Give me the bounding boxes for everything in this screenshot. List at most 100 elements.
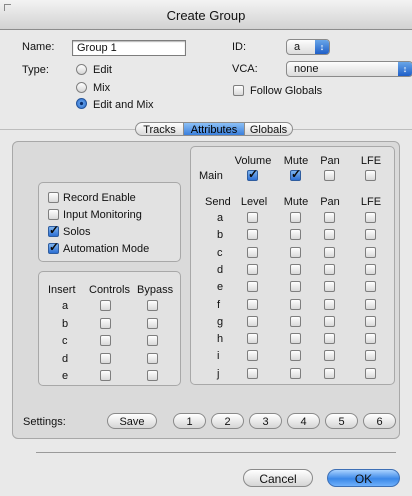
insert-controls-checkbox[interactable]	[100, 300, 111, 311]
send-level-checkbox[interactable]	[247, 350, 258, 362]
send-level-checkbox[interactable]	[247, 212, 258, 223]
send-row-label: h	[217, 333, 224, 346]
send-pan-checkbox[interactable]	[324, 246, 335, 258]
send-lfe-checkbox[interactable]	[365, 229, 376, 241]
type-radio-edit[interactable]	[76, 64, 87, 75]
save-button[interactable]: Save	[107, 413, 157, 429]
send-pan-checkbox[interactable]	[324, 350, 335, 362]
type-radio-edit-and-mix[interactable]	[76, 98, 87, 109]
insert-controls-checkbox[interactable]	[100, 352, 111, 364]
send-mute-checkbox[interactable]	[290, 315, 301, 327]
popup-arrows-icon: ↕	[398, 62, 412, 76]
send-pan-checkbox[interactable]	[324, 298, 335, 310]
send-level-checkbox[interactable]	[247, 246, 258, 258]
main-volume-checkbox[interactable]: ✓	[247, 167, 259, 181]
send-mute-checkbox[interactable]	[290, 367, 301, 379]
volume-header: Volume	[234, 155, 272, 167]
send-level-checkbox[interactable]	[247, 367, 258, 379]
type-mix-label: Mix	[93, 82, 111, 94]
main-lfe-checkbox[interactable]	[365, 170, 376, 181]
input-monitoring-checkbox[interactable]	[48, 209, 59, 220]
insert-controls-checkbox[interactable]	[100, 335, 111, 346]
vca-label: VCA:	[232, 63, 258, 75]
send-pan-checkbox[interactable]	[324, 367, 335, 379]
settings-slot-button-2[interactable]: 2	[211, 413, 244, 429]
insert-row-label: b	[62, 317, 69, 330]
send-row-label: a	[217, 212, 224, 224]
send-lfe-checkbox[interactable]	[365, 281, 376, 293]
record-enable-checkbox[interactable]	[48, 192, 59, 203]
main-lfe-header: LFE	[360, 155, 382, 167]
send-row-label: j	[217, 367, 220, 380]
settings-slot-button-1[interactable]: 1	[173, 413, 206, 429]
send-lfe-checkbox[interactable]	[365, 315, 376, 327]
cancel-button[interactable]: Cancel	[243, 469, 313, 487]
send-lfe-checkbox[interactable]	[365, 212, 376, 223]
controls-header: Controls	[89, 284, 130, 296]
send-pan-checkbox[interactable]	[324, 315, 335, 327]
insert-controls-checkbox[interactable]	[100, 370, 111, 381]
solos-checkbox[interactable]: ✓	[48, 223, 60, 237]
main-mute-header: Mute	[283, 155, 309, 167]
send-mute-header: Mute	[283, 196, 309, 208]
insert-bypass-checkbox[interactable]	[147, 335, 158, 346]
send-lfe-checkbox[interactable]	[365, 333, 376, 345]
send-pan-checkbox[interactable]	[324, 263, 335, 275]
send-level-checkbox[interactable]	[247, 263, 258, 275]
send-mute-checkbox[interactable]	[290, 333, 301, 345]
id-popup[interactable]: a ↕	[286, 39, 330, 55]
checkmark-icon: ✓	[291, 167, 302, 181]
tab-globals[interactable]: Globals	[244, 122, 293, 136]
title-bar: Create Group	[0, 0, 412, 30]
send-lfe-checkbox[interactable]	[365, 263, 376, 275]
tab-attributes[interactable]: Attributes	[183, 122, 245, 136]
follow-globals-checkbox[interactable]	[233, 85, 244, 96]
settings-slot-button-4[interactable]: 4	[287, 413, 320, 429]
solos-label: Solos	[63, 226, 91, 238]
insert-header: Insert	[48, 284, 76, 296]
checkmark-icon: ✓	[49, 223, 60, 237]
main-mute-checkbox[interactable]: ✓	[290, 167, 302, 181]
send-pan-checkbox[interactable]	[324, 229, 335, 241]
settings-slot-button-6[interactable]: 6	[363, 413, 396, 429]
send-level-checkbox[interactable]	[247, 315, 258, 327]
type-radio-mix[interactable]	[76, 82, 87, 93]
main-row-label: Main	[199, 170, 223, 182]
insert-bypass-checkbox[interactable]	[147, 352, 158, 364]
send-mute-checkbox[interactable]	[290, 281, 301, 293]
send-level-checkbox[interactable]	[247, 298, 258, 310]
send-mute-checkbox[interactable]	[290, 246, 301, 258]
tab-tracks[interactable]: Tracks	[135, 122, 184, 136]
vca-popup-value: none	[294, 63, 319, 75]
insert-controls-checkbox[interactable]	[100, 317, 111, 329]
settings-slot-button-3[interactable]: 3	[249, 413, 282, 429]
send-level-checkbox[interactable]	[247, 229, 258, 241]
input-monitoring-label: Input Monitoring	[63, 209, 142, 221]
send-pan-checkbox[interactable]	[324, 281, 335, 293]
main-pan-checkbox[interactable]	[324, 170, 335, 181]
send-mute-checkbox[interactable]	[290, 212, 301, 223]
insert-bypass-checkbox[interactable]	[147, 300, 158, 311]
send-pan-checkbox[interactable]	[324, 333, 335, 345]
insert-bypass-checkbox[interactable]	[147, 370, 158, 381]
send-mute-checkbox[interactable]	[290, 298, 301, 310]
automation-mode-checkbox[interactable]: ✓	[48, 240, 59, 254]
send-mute-checkbox[interactable]	[290, 350, 301, 362]
insert-row-label: e	[62, 370, 69, 382]
vca-popup[interactable]: none ↕	[286, 61, 412, 77]
send-mute-checkbox[interactable]	[290, 229, 301, 241]
send-mute-checkbox[interactable]	[290, 263, 301, 275]
send-level-checkbox[interactable]	[247, 333, 258, 345]
settings-slot-button-5[interactable]: 5	[325, 413, 358, 429]
insert-bypass-checkbox[interactable]	[147, 317, 158, 329]
send-row-label: i	[217, 350, 220, 363]
send-lfe-checkbox[interactable]	[365, 246, 376, 258]
send-pan-checkbox[interactable]	[324, 212, 335, 223]
send-lfe-checkbox[interactable]	[365, 350, 376, 362]
send-lfe-checkbox[interactable]	[365, 367, 376, 379]
name-field[interactable]: Group 1	[72, 40, 186, 56]
send-lfe-checkbox[interactable]	[365, 298, 376, 310]
checkmark-icon: ✓	[248, 167, 259, 181]
send-level-checkbox[interactable]	[247, 281, 258, 293]
ok-button[interactable]: OK	[327, 469, 400, 487]
